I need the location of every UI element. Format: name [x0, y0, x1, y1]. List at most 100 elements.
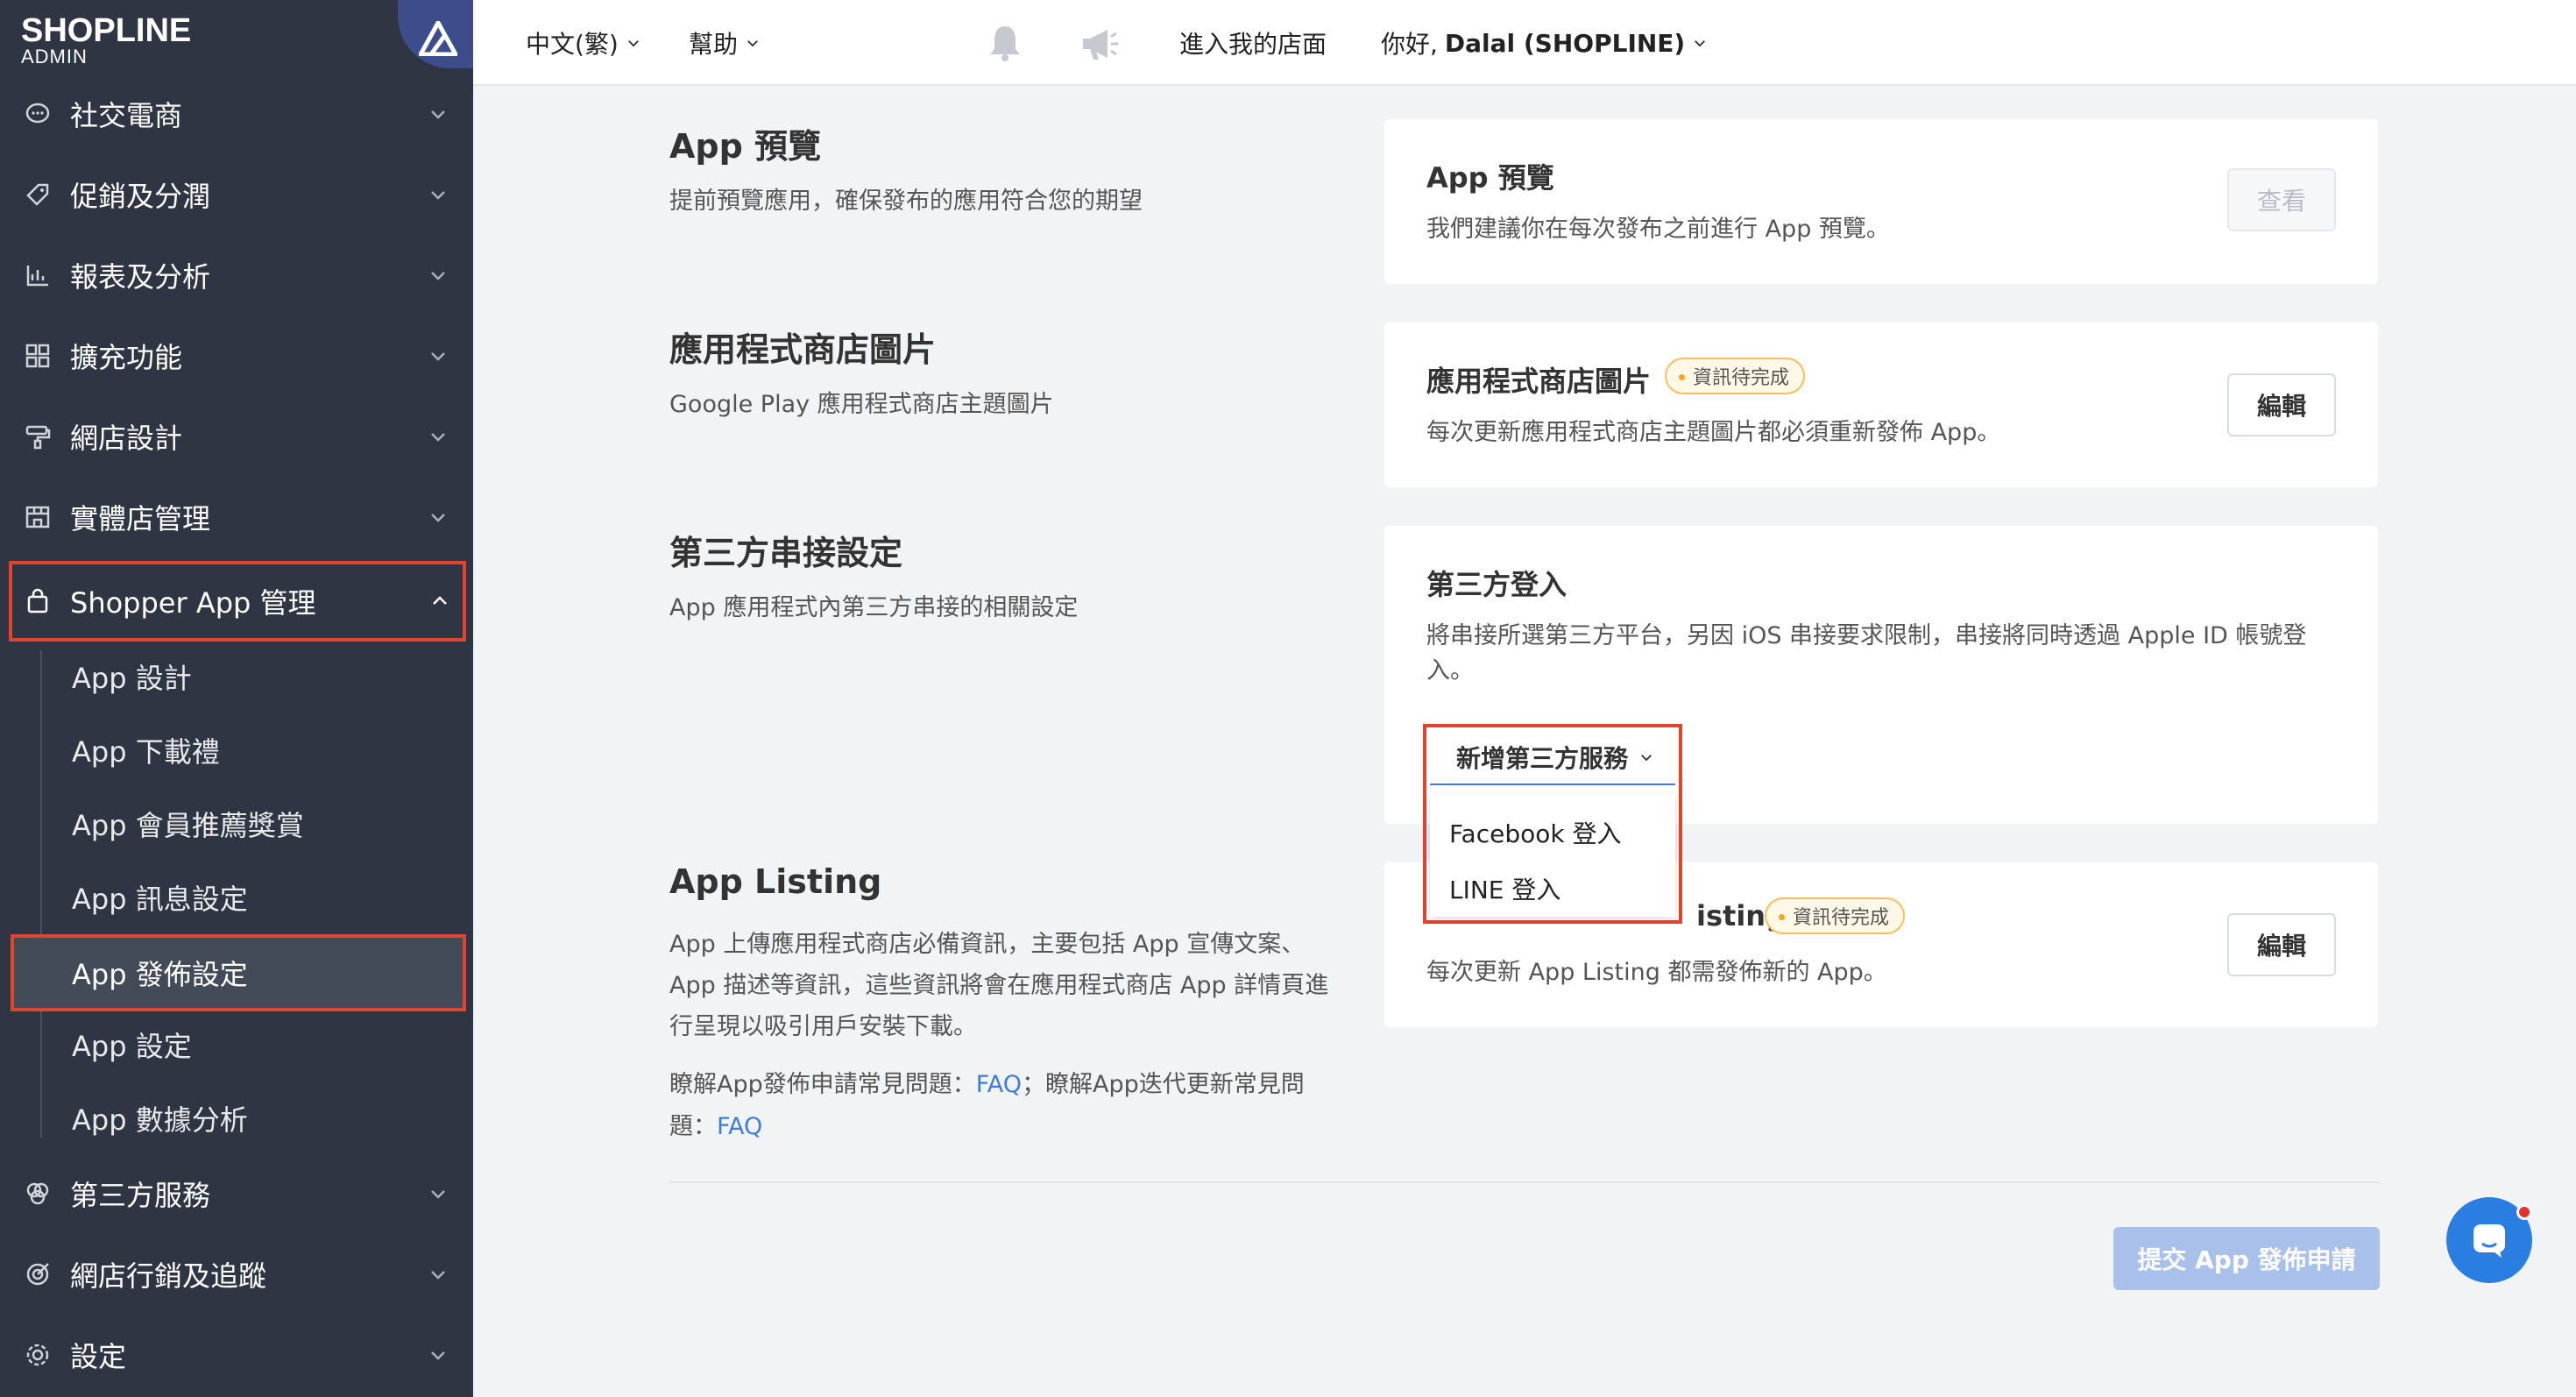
faq-line-1: 瞭解App發佈申請常見問題：FAQ；瞭解App迭代更新常見問: [669, 1064, 1305, 1106]
sidebar-item-store-design[interactable]: 網店設計: [0, 396, 473, 477]
option-line-login[interactable]: LINE 登入: [1449, 871, 1560, 906]
chart-icon: [23, 260, 53, 290]
faq-text: 題：: [669, 1113, 717, 1140]
sidebar-item-extensions[interactable]: 擴充功能: [0, 316, 473, 396]
sidebar-subitem-app-publish[interactable]: App 發佈設定: [11, 934, 466, 1011]
help-label: 幫助: [689, 30, 739, 59]
sidebar-item-label: 擴充功能: [70, 341, 183, 374]
sidebar-item-marketing[interactable]: 網店行銷及追蹤: [0, 1234, 473, 1315]
brush-icon: [23, 422, 53, 451]
chevron-down-icon: [1695, 40, 1706, 47]
user-menu[interactable]: 你好, Dalal (SHOPLINE): [1381, 0, 1708, 86]
card-title: 應用程式商店圖片: [1426, 365, 1652, 398]
sidebar-item-label: 促銷及分潤: [70, 180, 211, 213]
status-badge: 資訊待完成: [1665, 358, 1806, 394]
card-store-images: 應用程式商店圖片 資訊待完成 每次更新應用程式商店主題圖片都必須重新發佈 App…: [1384, 323, 2378, 487]
notification-dot: [2516, 1204, 2532, 1220]
card-desc: 每次更新應用程式商店主題圖片都必須重新發佈 App。: [1426, 419, 2001, 446]
faq-text: 瞭解App發佈申請常見問題：: [669, 1071, 976, 1098]
section-desc-listing-line2: App 描述等資訊，這些資訊將會在應用程式商店 App 詳情頁進: [669, 972, 1329, 999]
chevron-down-icon: [627, 40, 639, 47]
faq-link-update[interactable]: FAQ: [717, 1113, 762, 1140]
chat-icon: [23, 99, 53, 129]
chevron-down-icon: [431, 433, 445, 442]
sidebar-item-retail-store[interactable]: 實體店管理: [0, 477, 473, 557]
sidebar-item-third-party[interactable]: 第三方服務: [0, 1153, 473, 1234]
apps-icon: [23, 341, 53, 371]
section-title-preview: App 預覽: [669, 127, 822, 166]
sidebar-item-label: 報表及分析: [70, 260, 211, 294]
sidebar-item-label: 設定: [70, 1340, 127, 1373]
chevron-down-icon: [431, 352, 445, 361]
faq-text: ；瞭解App迭代更新常見問: [1022, 1071, 1305, 1098]
view-preview-button[interactable]: 查看: [2227, 168, 2336, 231]
megaphone-icon[interactable]: [1078, 21, 1122, 65]
sidebar-item-label: 第三方服務: [70, 1179, 211, 1212]
chat-bubble-icon: [2473, 1224, 2505, 1258]
brand-corner-icon: [398, 0, 473, 68]
section-title-store-images: 應用程式商店圖片: [669, 330, 937, 369]
chevron-down-icon: [431, 110, 445, 119]
sidebar-subitem-app-download-gift[interactable]: App 下載禮: [72, 713, 220, 787]
card-desc-line2: 入。: [1426, 657, 1474, 684]
chevron-down-icon: [431, 514, 445, 522]
section-title-listing: App Listing: [669, 862, 882, 901]
dropdown-menu: Facebook 登入 LINE 登入: [1430, 794, 1675, 917]
language-label: 中文(繁): [526, 30, 619, 59]
chevron-down-icon: [431, 1271, 445, 1280]
bell-icon[interactable]: [983, 21, 1027, 65]
edit-store-images-button[interactable]: 編輯: [2227, 373, 2336, 436]
circles-icon: [23, 1179, 53, 1209]
option-facebook-login[interactable]: Facebook 登入: [1449, 815, 1621, 850]
sidebar-subitem-app-settings[interactable]: App 設定: [72, 1008, 192, 1081]
sidebar-item-label: 網店設計: [70, 422, 183, 455]
section-desc-listing-line3: 行呈現以吸引用戶安裝下載。: [669, 1013, 977, 1040]
chevron-down-icon: [431, 272, 445, 280]
section-desc-store-images: Google Play 應用程式商店主題圖片: [669, 391, 1054, 418]
chevron-down-icon: [747, 40, 758, 47]
submit-publish-button[interactable]: 提交 App 發佈申請: [2113, 1227, 2380, 1290]
card-app-preview: App 預覽 我們建議你在每次發布之前進行 App 預覽。 查看: [1384, 119, 2378, 284]
sidebar-item-shopper-app[interactable]: Shopper App 管理: [9, 561, 466, 642]
add-third-party-dropdown[interactable]: 新增第三方服務: [1430, 731, 1675, 785]
language-selector[interactable]: 中文(繁): [526, 0, 641, 86]
top-bar: 中文(繁) 幫助 進入我的店面 你好, Dalal (SHOPLINE): [473, 0, 2576, 86]
visit-store-link[interactable]: 進入我的店面: [1179, 0, 1327, 86]
edit-listing-button[interactable]: 編輯: [2227, 913, 2336, 976]
chevron-down-icon: [431, 1351, 445, 1360]
section-desc-third-party: App 應用程式內第三方串接的相關設定: [669, 594, 1079, 621]
target-icon: [23, 1259, 53, 1289]
chevron-up-icon: [433, 596, 447, 605]
logo-subtitle: ADMIN: [21, 46, 88, 67]
user-name: Dalal (SHOPLINE): [1444, 28, 1686, 58]
bag-icon: [23, 586, 53, 616]
section-title-third-party: 第三方串接設定: [669, 534, 903, 572]
sidebar-subitem-app-messages[interactable]: App 訊息設定: [72, 861, 248, 934]
divider: [669, 1181, 2380, 1183]
sidebar-item-social-commerce[interactable]: 社交電商: [0, 74, 473, 154]
sidebar-item-settings[interactable]: 設定: [0, 1315, 473, 1395]
sidebar-subitem-app-analytics[interactable]: App 數據分析: [72, 1081, 248, 1155]
card-title: 第三方登入: [1426, 568, 1568, 601]
submenu-guide-line: [40, 650, 42, 1138]
faq-line-2: 題：FAQ: [669, 1106, 762, 1148]
sidebar: SHOPLINE ADMIN 社交電商 促銷及分潤 報表及分析 擴充功能 網店設…: [0, 0, 473, 1397]
dropdown-label: 新增第三方服務: [1456, 744, 1629, 773]
section-desc-preview: 提前預覽應用，確保發布的應用符合您的期望: [669, 188, 1143, 215]
store-icon: [23, 502, 53, 532]
faq-link-publish[interactable]: FAQ: [976, 1071, 1022, 1098]
chevron-down-icon: [431, 1190, 445, 1199]
card-desc-line1: 將串接所選第三方平台，另因 iOS 串接要求限制，串接將同時透過 Apple I…: [1426, 622, 2307, 649]
card-desc: 每次更新 App Listing 都需發佈新的 App。: [1426, 959, 1887, 986]
sidebar-item-reports[interactable]: 報表及分析: [0, 235, 473, 316]
help-menu[interactable]: 幫助: [689, 0, 761, 86]
sidebar-subitem-app-referral[interactable]: App 會員推薦獎賞: [72, 787, 304, 861]
section-desc-listing-line1: App 上傳應用程式商店必備資訊，主要包括 App 宣傳文案、: [669, 931, 1306, 958]
chevron-down-icon: [1641, 755, 1652, 762]
logo-text: SHOPLINE: [21, 12, 192, 49]
sidebar-subitem-app-design[interactable]: App 設計: [72, 640, 192, 713]
gear-icon: [23, 1340, 53, 1370]
sidebar-item-label: 實體店管理: [70, 502, 211, 535]
sidebar-item-label: 社交電商: [70, 99, 183, 132]
sidebar-item-promotions[interactable]: 促銷及分潤: [0, 154, 473, 235]
